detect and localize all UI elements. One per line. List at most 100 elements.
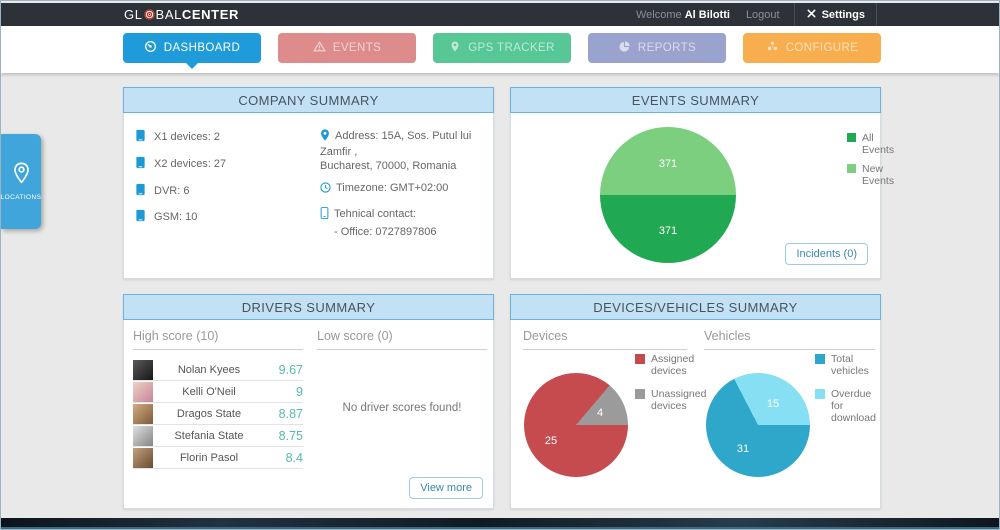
driver-row: Kelli O'Neil 9 xyxy=(133,381,303,403)
company-summary-header: COMPANY SUMMARY xyxy=(123,87,494,113)
driver-score: 8.87 xyxy=(265,407,303,421)
legend-assigned-devices: Assigned devices xyxy=(635,353,709,377)
events-summary-title: EVENTS SUMMARY xyxy=(632,93,759,108)
low-score-column: Low score (0) No driver scores found! xyxy=(317,329,487,414)
total-vehicles-swatch xyxy=(815,354,825,364)
assigned-devices-value: 25 xyxy=(545,435,557,447)
drivers-summary-title: DRIVERS SUMMARY xyxy=(242,300,376,315)
driver-row: Nolan Kyees 9.67 xyxy=(133,359,303,381)
tab-dashboard[interactable]: DASHBOARD xyxy=(123,33,261,63)
company-summary-panel: COMPANY SUMMARY X1 devices: 2 X2 devices… xyxy=(123,87,494,279)
device-count-text: X1 devices: 2 xyxy=(154,131,220,145)
unassigned-devices-swatch xyxy=(635,389,645,399)
settings-label: Settings xyxy=(822,9,865,21)
address-line1: Address: 15A, Sos. Putul lui Zamfir , xyxy=(320,130,471,158)
events-pie-chart[interactable] xyxy=(600,127,736,263)
legend-overdue-vehicles: Overdue for download xyxy=(815,388,879,424)
company-address: Address: 15A, Sos. Putul lui Zamfir , Bu… xyxy=(320,129,483,173)
mobile-phone-icon xyxy=(320,207,329,224)
no-scores-message: No driver scores found! xyxy=(317,402,487,414)
device-count-row: GSM: 10 xyxy=(136,209,320,227)
all-events-label: All Events xyxy=(862,132,894,156)
high-score-column: High score (10) Nolan Kyees 9.67 Kelli O… xyxy=(133,329,303,469)
legend-total-vehicles: Total vehicles xyxy=(815,353,879,377)
company-contact-info: Address: 15A, Sos. Putul lui Zamfir , Bu… xyxy=(320,129,483,249)
incidents-button[interactable]: Incidents (0) xyxy=(785,243,868,265)
high-score-heading: High score (10) xyxy=(133,329,303,350)
driver-avatar xyxy=(133,448,153,468)
unassigned-devices-value: 4 xyxy=(597,407,603,419)
tools-icon xyxy=(806,8,817,22)
unassigned-devices-label: Unassigned devices xyxy=(651,388,709,412)
tab-gps-tracker-label: GPS TRACKER xyxy=(468,42,555,54)
total-vehicles-value: 31 xyxy=(737,443,749,455)
active-tab-caret xyxy=(186,63,198,69)
driver-score: 8.4 xyxy=(265,451,303,465)
overdue-vehicles-label: Overdue for download xyxy=(831,388,879,424)
low-score-heading: Low score (0) xyxy=(317,329,487,350)
all-events-value: 371 xyxy=(659,225,677,237)
devices-column: Devices xyxy=(523,329,687,350)
assigned-devices-swatch xyxy=(635,354,645,364)
driver-avatar xyxy=(133,360,153,380)
logout-link[interactable]: Logout xyxy=(746,9,780,21)
driver-row: Stefania State 8.75 xyxy=(133,425,303,447)
events-summary-header: EVENTS SUMMARY xyxy=(510,87,881,113)
total-vehicles-label: Total vehicles xyxy=(831,353,879,377)
company-timezone: Timezone: GMT+02:00 xyxy=(320,182,483,198)
driver-avatar xyxy=(133,382,153,402)
address-line2: Bucharest, 70000, Romania xyxy=(320,160,483,174)
driver-name: Stefania State xyxy=(153,430,265,442)
driver-score: 9 xyxy=(265,385,303,399)
pin-icon xyxy=(449,40,461,56)
top-bar-right: Welcome Al Bilotti Logout Settings xyxy=(636,3,877,26)
tab-events[interactable]: EVENTS xyxy=(278,33,416,63)
tab-gps-tracker[interactable]: GPS TRACKER xyxy=(433,33,571,63)
devices-legend: Assigned devices Unassigned devices xyxy=(635,353,709,412)
new-events-value: 371 xyxy=(659,158,677,170)
logo-text-gl: GL xyxy=(124,7,143,22)
logo-text-center: CENTER xyxy=(182,7,239,22)
devices-pie-chart[interactable] xyxy=(524,373,628,477)
user-name: Al Bilotti xyxy=(685,9,730,21)
tab-reports[interactable]: REPORTS xyxy=(588,33,726,63)
drivers-summary-panel: DRIVERS SUMMARY High score (10) Nolan Ky… xyxy=(123,294,494,509)
device-icon xyxy=(136,129,145,147)
vehicles-heading: Vehicles xyxy=(704,329,875,350)
company-summary-body: X1 devices: 2 X2 devices: 27 DVR: 6 GSM:… xyxy=(124,113,493,249)
legend-new-events: New Events xyxy=(847,163,894,187)
driver-row: Dragos State 8.87 xyxy=(133,403,303,425)
high-score-list: Nolan Kyees 9.67 Kelli O'Neil 9 Dragos S… xyxy=(133,359,303,469)
device-icon xyxy=(136,156,145,174)
tab-configure[interactable]: CONFIGURE xyxy=(743,33,881,63)
timezone-text: Timezone: GMT+02:00 xyxy=(336,182,448,194)
tab-reports-label: REPORTS xyxy=(638,42,696,54)
drivers-summary-header: DRIVERS SUMMARY xyxy=(123,294,494,320)
location-pin-icon xyxy=(13,162,30,189)
locations-label: LOCATIONS xyxy=(1,194,42,201)
contact-office: - Office: 0727897806 xyxy=(320,226,483,240)
bottom-page-edge xyxy=(1,518,999,529)
driver-avatar xyxy=(133,404,153,424)
company-device-counts: X1 devices: 2 X2 devices: 27 DVR: 6 GSM:… xyxy=(136,129,320,249)
fan-icon xyxy=(766,40,779,56)
legend-all-events: All Events xyxy=(847,132,894,156)
settings-button[interactable]: Settings xyxy=(794,3,877,26)
vehicles-column: Vehicles xyxy=(704,329,875,350)
clock-icon xyxy=(320,182,331,198)
vehicles-pie-chart[interactable] xyxy=(706,373,810,477)
nav-band: DASHBOARD EVENTS GPS TRACKER REPORTS CON… xyxy=(1,26,999,73)
driver-score: 8.75 xyxy=(265,429,303,443)
contact-label: Tehnical contact: xyxy=(334,208,416,220)
events-summary-panel: EVENTS SUMMARY 371 371 All Events New Ev… xyxy=(510,87,881,279)
app-logo: GLBALCENTER xyxy=(124,3,239,26)
view-more-button[interactable]: View more xyxy=(409,477,483,499)
new-events-label: New Events xyxy=(862,163,894,187)
pie-icon xyxy=(618,40,631,56)
driver-avatar xyxy=(133,426,153,446)
device-count-text: X2 devices: 27 xyxy=(154,158,226,172)
device-count-row: DVR: 6 xyxy=(136,183,320,201)
device-icon xyxy=(136,183,145,201)
sidebar-locations-tab[interactable]: LOCATIONS xyxy=(1,134,41,229)
devices-vehicles-summary-panel: DEVICES/VEHICLES SUMMARY Devices Vehicle… xyxy=(510,294,881,509)
